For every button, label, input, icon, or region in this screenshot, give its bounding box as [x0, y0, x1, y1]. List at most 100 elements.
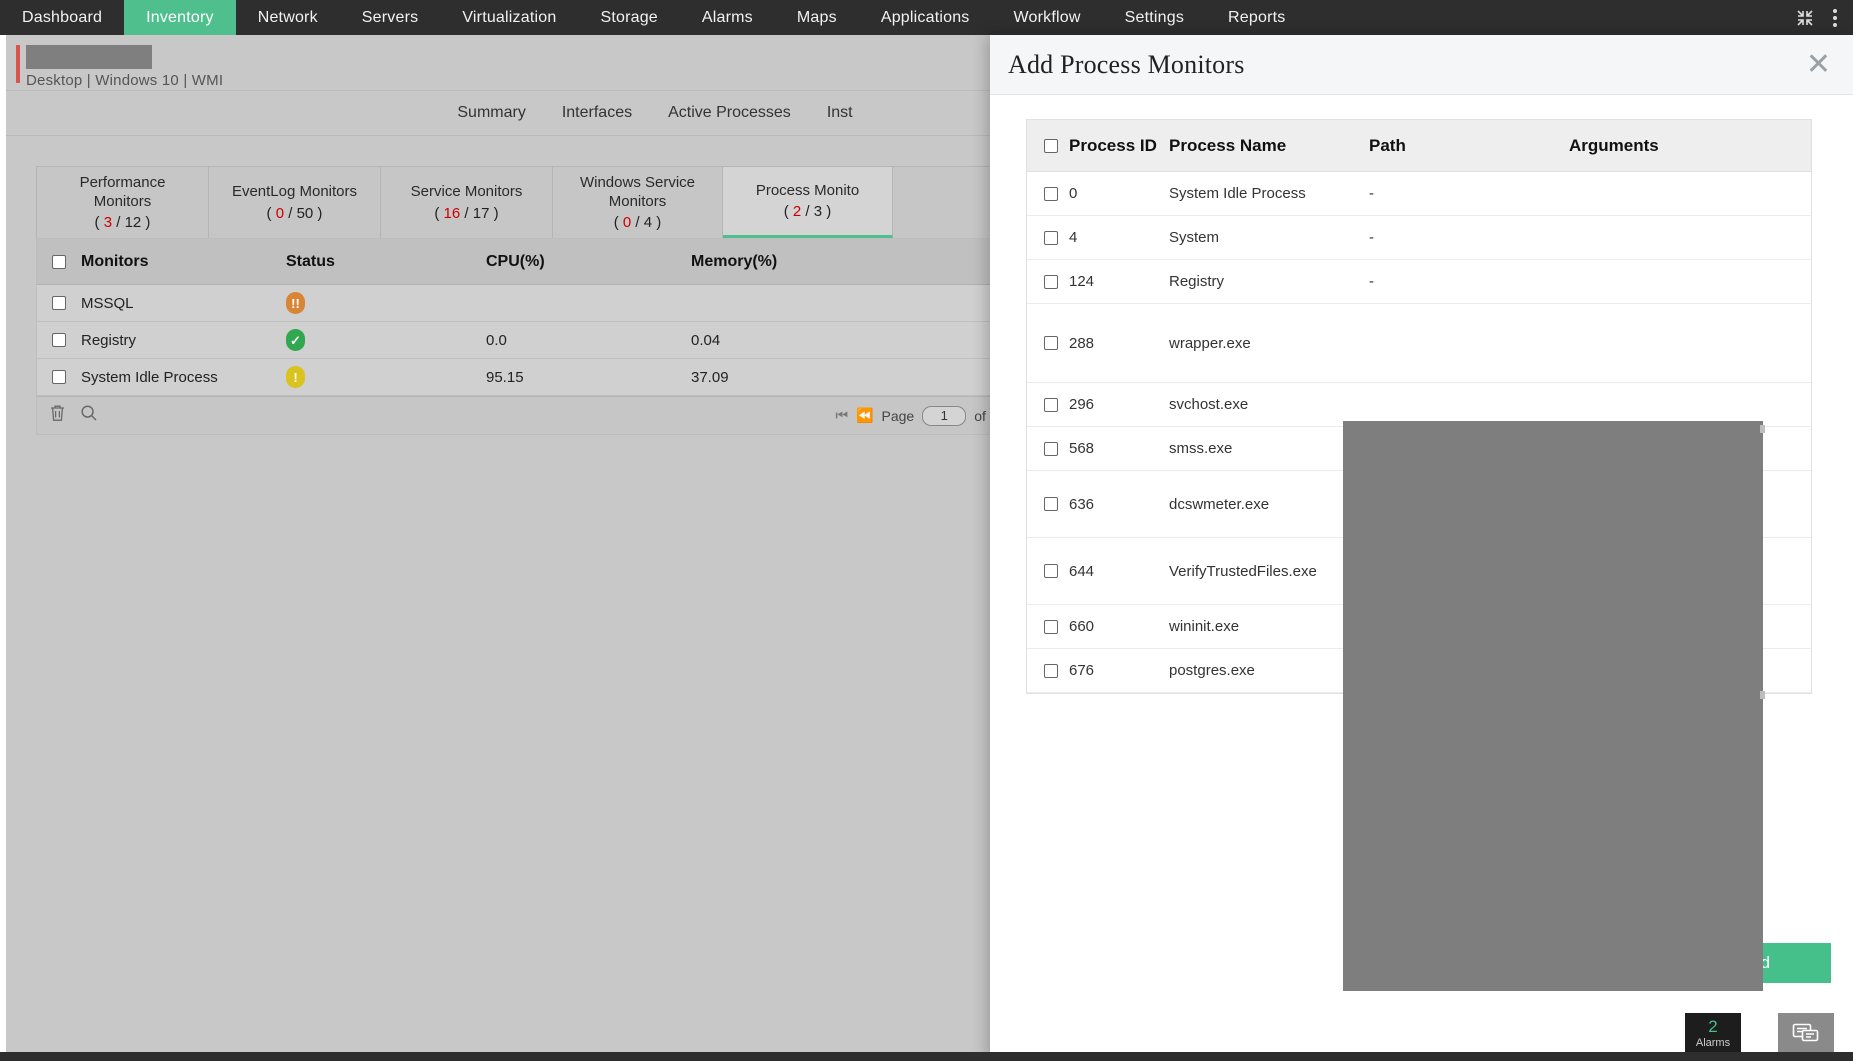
nav-item-inventory[interactable]: Inventory — [124, 0, 236, 35]
alarms-badge[interactable]: 2 Alarms — [1685, 1013, 1741, 1053]
process-path: - — [1369, 229, 1569, 246]
process-id: 124 — [1069, 273, 1169, 290]
prev-page-icon[interactable]: ⏪ — [856, 407, 873, 424]
process-name: System — [1169, 229, 1369, 246]
scrollbar-thumb-bottom[interactable] — [1760, 691, 1765, 699]
process-row-checkbox[interactable] — [1044, 664, 1058, 678]
status-badge: ✓ — [282, 329, 482, 351]
search-icon[interactable] — [80, 404, 98, 427]
nav-item-storage[interactable]: Storage — [578, 0, 679, 35]
trash-icon[interactable] — [49, 404, 66, 427]
modal-title: Add Process Monitors — [1008, 50, 1245, 80]
bottom-taskbar-strip — [0, 1052, 1853, 1061]
nav-item-maps[interactable]: Maps — [775, 0, 859, 35]
process-name: wrapper.exe — [1169, 335, 1369, 352]
process-row-checkbox[interactable] — [1044, 442, 1058, 456]
chat-bubble-icon[interactable] — [1778, 1013, 1834, 1053]
nav-item-reports[interactable]: Reports — [1206, 0, 1307, 35]
first-page-icon[interactable]: ⏮ — [835, 407, 848, 424]
status-critical-icon: !! — [286, 292, 305, 314]
category-count-bad: 16 — [444, 205, 461, 222]
monitor-name: System Idle Process — [77, 369, 282, 386]
table-row[interactable]: System Idle Process!95.1537.09 — [37, 359, 1035, 396]
subtab-inst[interactable]: Inst — [827, 104, 853, 122]
collapse-arrows-icon[interactable] — [1795, 8, 1815, 28]
subtab-interfaces[interactable]: Interfaces — [562, 104, 632, 122]
process-row[interactable]: 0System Idle Process- — [1027, 172, 1811, 216]
column-header-path: Path — [1369, 136, 1569, 156]
process-row-checkbox-cell — [1027, 620, 1069, 634]
category-tab-windows-service-monitors[interactable]: Windows Service Monitors( 0 / 4 ) — [553, 167, 723, 238]
top-nav-items: DashboardInventoryNetworkServersVirtuali… — [0, 0, 1307, 35]
row-checkbox[interactable] — [52, 333, 66, 347]
category-count-total: 12 — [125, 214, 142, 231]
kebab-menu-icon[interactable] — [1831, 7, 1839, 29]
table-row[interactable]: Registry✓0.00.04 — [37, 322, 1035, 359]
nav-item-applications[interactable]: Applications — [859, 0, 992, 35]
top-navigation-bar: DashboardInventoryNetworkServersVirtuali… — [0, 0, 1853, 35]
process-row-checkbox[interactable] — [1044, 497, 1058, 511]
monitor-category-tabs: Performance Monitors( 3 / 12 )EventLog M… — [36, 166, 1036, 238]
process-row-checkbox[interactable] — [1044, 275, 1058, 289]
nav-item-virtualization[interactable]: Virtualization — [440, 0, 578, 35]
category-count-total: 50 — [297, 205, 314, 222]
category-tab-eventlog-monitors[interactable]: EventLog Monitors ( 0 / 50 ) — [209, 167, 381, 238]
device-header: Desktop | Windows 10 | WMI — [0, 35, 990, 91]
category-tab-count: ( 16 / 17 ) — [434, 205, 498, 222]
process-name: postgres.exe — [1169, 662, 1369, 679]
category-count-bad: 0 — [623, 214, 631, 231]
nav-item-alarms[interactable]: Alarms — [680, 0, 775, 35]
process-path: - — [1369, 185, 1569, 202]
process-row-checkbox-cell — [1027, 398, 1069, 412]
cpu-value: 0.0 — [482, 332, 687, 349]
category-tab-performance-monitors[interactable]: Performance Monitors( 3 / 12 ) — [37, 167, 209, 238]
category-tab-title: Process Monito — [756, 182, 859, 201]
process-row[interactable]: 4System- — [1027, 216, 1811, 260]
row-checkbox[interactable] — [52, 296, 66, 310]
monitors-table-footer: ⏮ ⏪ Page of 1 ⏩ — [37, 396, 1035, 434]
nav-item-dashboard[interactable]: Dashboard — [0, 0, 124, 35]
column-header-monitors: Monitors — [77, 253, 282, 271]
category-tab-title: EventLog Monitors — [232, 183, 357, 202]
panel-left-edge — [0, 35, 6, 1061]
monitor-name: Registry — [77, 332, 282, 349]
subtab-active-processes[interactable]: Active Processes — [668, 104, 791, 122]
process-name: wininit.exe — [1169, 618, 1369, 635]
nav-item-servers[interactable]: Servers — [340, 0, 441, 35]
process-name: dcswmeter.exe — [1169, 496, 1369, 513]
process-name: Registry — [1169, 273, 1369, 290]
category-count-bad: 0 — [276, 205, 284, 222]
column-header-status: Status — [282, 253, 482, 271]
process-name: smss.exe — [1169, 440, 1369, 457]
category-tab-process-monito[interactable]: Process Monito( 2 / 3 ) — [723, 167, 893, 238]
process-row-checkbox[interactable] — [1044, 231, 1058, 245]
process-row[interactable]: 288wrapper.exe — [1027, 304, 1811, 383]
close-icon[interactable]: ✕ — [1806, 50, 1831, 80]
process-row[interactable]: 124Registry- — [1027, 260, 1811, 304]
process-row-checkbox[interactable] — [1044, 336, 1058, 350]
nav-item-network[interactable]: Network — [236, 0, 340, 35]
process-row-checkbox[interactable] — [1044, 620, 1058, 634]
category-tab-service-monitors[interactable]: Service Monitors( 16 / 17 ) — [381, 167, 553, 238]
process-row-checkbox[interactable] — [1044, 564, 1058, 578]
nav-item-settings[interactable]: Settings — [1103, 0, 1206, 35]
scrollbar-thumb-top[interactable] — [1760, 425, 1765, 433]
row-checkbox-cell — [37, 370, 77, 384]
row-checkbox[interactable] — [52, 370, 66, 384]
process-row-checkbox-cell — [1027, 336, 1069, 350]
process-row-checkbox[interactable] — [1044, 187, 1058, 201]
page-number-input[interactable] — [922, 406, 966, 426]
subtab-summary[interactable]: Summary — [457, 104, 525, 122]
process-row-checkbox[interactable] — [1044, 398, 1058, 412]
process-row-checkbox-cell — [1027, 442, 1069, 456]
category-tab-title: Windows Service Monitors — [569, 174, 706, 212]
select-all-checkbox[interactable] — [52, 255, 66, 269]
process-select-all-checkbox[interactable] — [1044, 139, 1058, 153]
nav-item-workflow[interactable]: Workflow — [992, 0, 1103, 35]
category-tab-count: ( 3 / 12 ) — [95, 214, 151, 231]
process-row-checkbox-cell — [1027, 664, 1069, 678]
table-row[interactable]: MSSQL!! — [37, 285, 1035, 322]
category-tab-count: ( 0 / 50 ) — [267, 205, 323, 222]
category-count-total: 17 — [473, 205, 490, 222]
status-clear-icon: ✓ — [286, 329, 305, 351]
